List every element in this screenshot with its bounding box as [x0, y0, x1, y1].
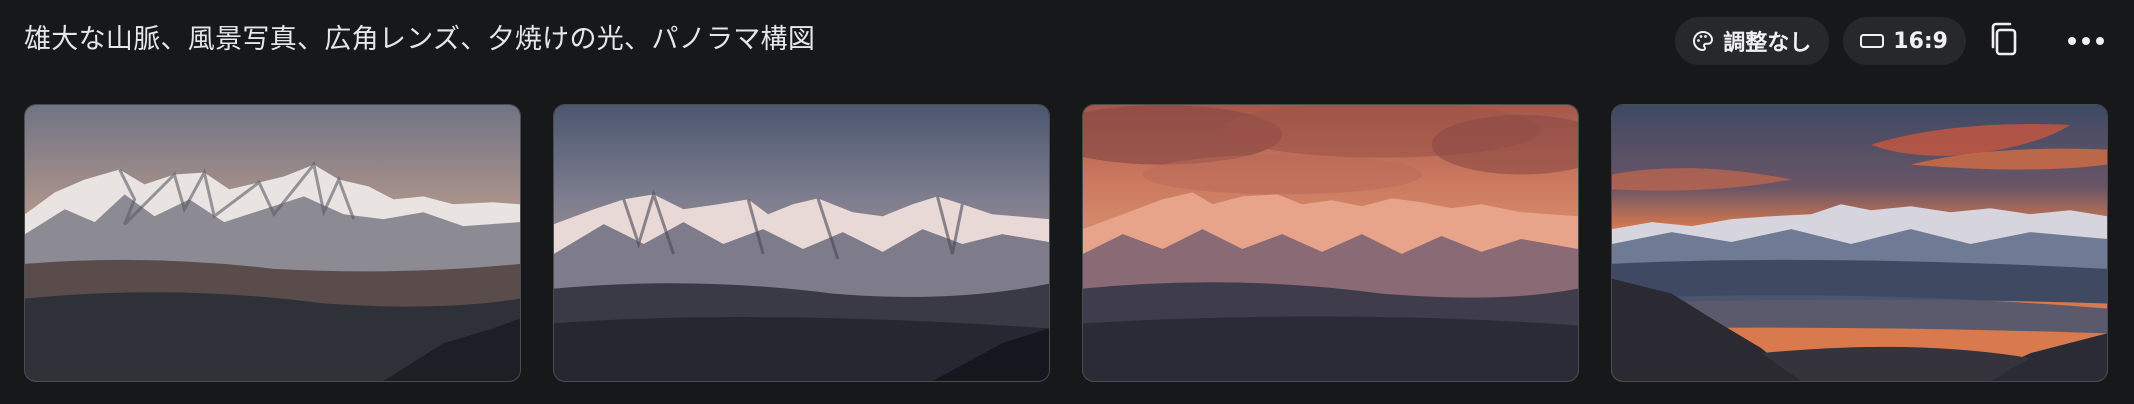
- header-bar: 雄大な山脈、風景写真、広角レンズ、夕焼けの光、パノラマ構図 調整なし 16:9: [0, 0, 2134, 82]
- generated-image-4[interactable]: [1611, 104, 2108, 382]
- toolbar: 調整なし 16:9: [1675, 17, 2110, 65]
- more-horizontal-icon: [2066, 32, 2106, 51]
- generated-image-2[interactable]: [553, 104, 1050, 382]
- style-adjust-button[interactable]: 調整なし: [1675, 17, 1830, 65]
- copy-icon: [1986, 20, 2022, 62]
- style-adjust-label: 調整なし: [1723, 31, 1812, 56]
- prompt-text: 雄大な山脈、風景写真、広角レンズ、夕焼けの光、パノラマ構図: [24, 24, 816, 55]
- palette-icon: [1691, 29, 1715, 53]
- generated-image-3[interactable]: [1082, 104, 1579, 382]
- aspect-ratio-label: 16:9: [1893, 28, 1948, 54]
- image-gallery: [24, 104, 2108, 382]
- more-options-button[interactable]: [2062, 17, 2110, 65]
- aspect-ratio-icon: [1859, 29, 1885, 53]
- generated-image-1[interactable]: [24, 104, 521, 382]
- aspect-ratio-button[interactable]: 16:9: [1843, 17, 1966, 65]
- copy-button[interactable]: [1980, 17, 2028, 65]
